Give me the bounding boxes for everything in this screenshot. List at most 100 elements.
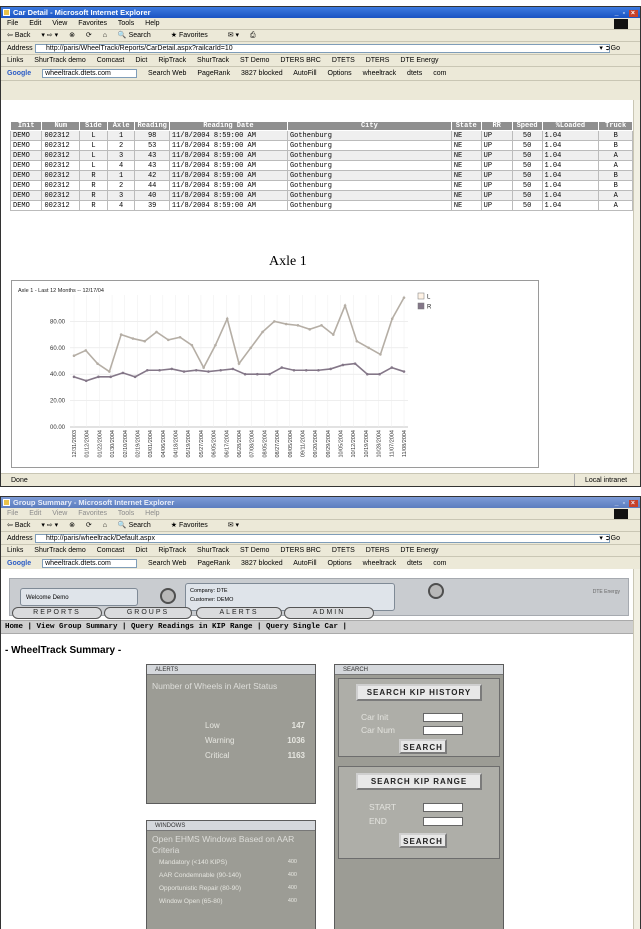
menu-favorites[interactable]: Favorites (78, 20, 107, 27)
google-extra-3[interactable]: com (433, 560, 446, 567)
nav-alerts[interactable]: ALERTS (196, 607, 282, 619)
options-button[interactable]: Options (328, 70, 352, 77)
link-dtets[interactable]: DTETS (332, 547, 355, 554)
home-icon[interactable]: ⌂ (103, 32, 107, 39)
link-st-demo[interactable]: ST Demo (240, 547, 269, 554)
refresh-icon[interactable]: ⟳ (86, 32, 92, 39)
vertical-scrollbar[interactable] (633, 100, 640, 474)
alert-critical[interactable]: Critical 1163 (205, 751, 305, 761)
options-button[interactable]: Options (328, 560, 352, 567)
back-button[interactable]: ⇦ Back ▾ ⇨ ▾ (7, 32, 58, 39)
link-dters-brc[interactable]: DTERS BRC (280, 547, 320, 554)
column-header[interactable]: Axle (106, 121, 136, 131)
google-extra-1[interactable]: wheeltrack (363, 70, 396, 77)
link-dters[interactable]: DTERS (366, 547, 390, 554)
window-mandatory[interactable]: Mandatory (<140 KIPS) 400 (147, 856, 297, 869)
search-kip-history-button[interactable]: SEARCH KIP HISTORY (356, 684, 482, 701)
column-header[interactable]: Reading (134, 121, 170, 131)
alert-low[interactable]: Low 147 (205, 721, 305, 731)
link-comcast[interactable]: Comcast (97, 547, 125, 554)
link-dict[interactable]: Dict (135, 57, 147, 64)
stop-icon[interactable]: ⊗ (69, 522, 75, 529)
menu-edit[interactable]: Edit (29, 510, 41, 517)
mail-icon[interactable]: ✉ ▾ (228, 32, 239, 39)
google-logo[interactable]: Google (7, 70, 31, 77)
favorites-button[interactable]: ★ Favorites (171, 32, 217, 39)
google-extra-2[interactable]: dtets (407, 560, 422, 567)
link-shurtrack-demo[interactable]: ShurTrack demo (34, 57, 85, 64)
google-extra-2[interactable]: dtets (407, 70, 422, 77)
menu-help[interactable]: Help (145, 510, 159, 517)
window-titlebar[interactable]: Car Detail - Microsoft Internet Explorer… (1, 7, 640, 18)
menu-tools[interactable]: Tools (118, 20, 134, 27)
nav-admin[interactable]: ADMIN (284, 607, 374, 619)
link-riptrack[interactable]: RipTrack (158, 57, 186, 64)
google-logo[interactable]: Google (7, 560, 31, 567)
column-header[interactable]: Speed (511, 121, 543, 131)
menu-help[interactable]: Help (145, 20, 159, 27)
favorites-button[interactable]: ★ Favorites (171, 522, 217, 529)
column-header[interactable]: Reading Date (168, 121, 288, 131)
link-dte-energy[interactable]: DTE Energy (400, 57, 438, 64)
window-open[interactable]: Window Open (65-80) 400 (147, 895, 297, 908)
menu-view[interactable]: View (52, 510, 67, 517)
window-condemnable[interactable]: AAR Condemnable (90-140) 400 (147, 869, 297, 882)
go-button[interactable]: ▾ ➲Go (599, 532, 629, 545)
column-header[interactable]: %Loaded (541, 121, 600, 131)
link-dtets[interactable]: DTETS (332, 57, 355, 64)
column-header[interactable]: RR (480, 121, 513, 131)
mail-icon[interactable]: ✉ ▾ (228, 522, 239, 529)
google-search-button[interactable]: Search Web (148, 560, 186, 567)
search-button[interactable]: 🔍 Search (118, 522, 160, 529)
google-extra-3[interactable]: com (433, 70, 446, 77)
google-search-button[interactable]: Search Web (148, 70, 186, 77)
start-input[interactable] (423, 803, 463, 812)
link-shurtrack[interactable]: ShurTrack (197, 547, 229, 554)
menu-view[interactable]: View (52, 20, 67, 27)
link-dters[interactable]: DTERS (366, 57, 390, 64)
address-input[interactable]: http://paris/WheelTrack/Reports/CarDetai… (35, 44, 610, 53)
go-button[interactable]: ▾ ➲Go (599, 42, 629, 55)
search-button[interactable]: 🔍 Search (118, 32, 160, 39)
menu-file[interactable]: File (7, 20, 18, 27)
search-button-1[interactable]: SEARCH (399, 739, 447, 754)
address-input[interactable]: http://paris/wheeltrack/Default.aspx (35, 534, 610, 543)
column-header[interactable]: Side (79, 121, 108, 131)
print-icon[interactable]: ⎙ (250, 32, 256, 39)
vertical-scrollbar[interactable] (633, 569, 640, 929)
popup-blocked[interactable]: 3827 blocked (241, 560, 283, 567)
autofill-button[interactable]: AutoFill (293, 560, 316, 567)
link-st-demo[interactable]: ST Demo (240, 57, 269, 64)
window-titlebar[interactable]: Group Summary - Microsoft Internet Explo… (1, 497, 640, 508)
alert-warning[interactable]: Warning 1036 (205, 736, 305, 746)
menu-file[interactable]: File (7, 510, 18, 517)
window-opportunistic[interactable]: Opportunistic Repair (80-90) 400 (147, 882, 297, 895)
link-riptrack[interactable]: RipTrack (158, 547, 186, 554)
back-button[interactable]: ⇦ Back ▾ ⇨ ▾ (7, 522, 58, 529)
car-init-input[interactable] (423, 713, 463, 722)
car-num-input[interactable] (423, 726, 463, 735)
search-button-2[interactable]: SEARCH (399, 833, 447, 848)
column-header[interactable]: State (450, 121, 482, 131)
nav-reports[interactable]: REPORTS (12, 607, 102, 619)
search-kip-range-button[interactable]: SEARCH KIP RANGE (356, 773, 482, 790)
column-header[interactable]: City (286, 121, 452, 131)
column-header[interactable]: Truck (598, 121, 633, 131)
column-header[interactable]: Init (9, 121, 43, 131)
nav-groups[interactable]: GROUPS (104, 607, 192, 619)
google-extra-1[interactable]: wheeltrack (363, 560, 396, 567)
column-header[interactable]: Num (41, 121, 81, 131)
link-shurtrack[interactable]: ShurTrack (197, 57, 229, 64)
menu-edit[interactable]: Edit (29, 20, 41, 27)
link-dters-brc[interactable]: DTERS BRC (280, 57, 320, 64)
menu-favorites[interactable]: Favorites (78, 510, 107, 517)
end-input[interactable] (423, 817, 463, 826)
google-search-input[interactable]: wheeltrack.dtets.com (42, 558, 138, 568)
home-icon[interactable]: ⌂ (103, 522, 107, 529)
menu-tools[interactable]: Tools (118, 510, 134, 517)
refresh-icon[interactable]: ⟳ (86, 522, 92, 529)
link-comcast[interactable]: Comcast (97, 57, 125, 64)
google-search-input[interactable]: wheeltrack.dtets.com (42, 68, 138, 78)
popup-blocked[interactable]: 3827 blocked (241, 70, 283, 77)
link-shurtrack-demo[interactable]: ShurTrack demo (34, 547, 85, 554)
